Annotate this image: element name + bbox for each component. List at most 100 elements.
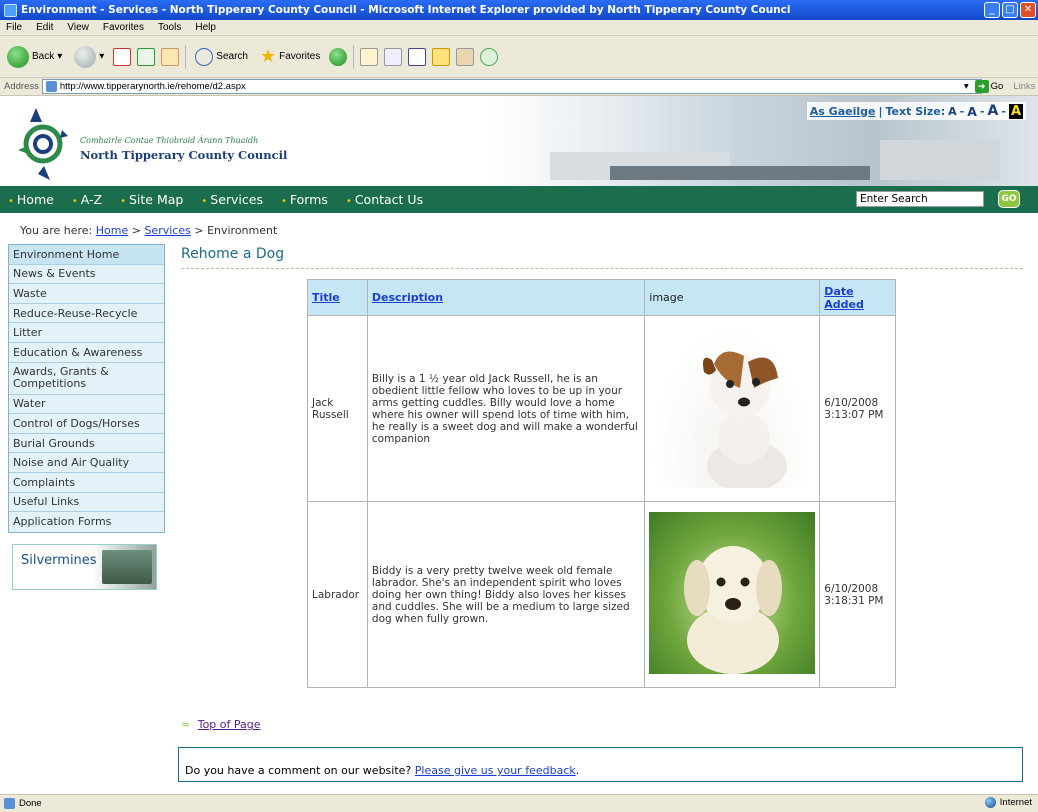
silvermines-photo — [102, 550, 152, 584]
address-go-button[interactable]: ➜ Go — [974, 80, 1004, 93]
history-icon[interactable] — [329, 47, 348, 66]
sidebar-item-water[interactable]: Water — [9, 394, 164, 415]
print-icon[interactable] — [384, 47, 403, 66]
breadcrumb-services-link[interactable]: Services — [144, 224, 190, 237]
breadcrumb-prefix: You are here: — [20, 224, 93, 237]
dash: - — [1001, 104, 1006, 118]
search-button[interactable]: Search — [192, 46, 251, 68]
title-divider — [181, 268, 1023, 269]
messenger-icon[interactable] — [480, 47, 499, 66]
globe-icon — [984, 797, 996, 808]
sidebar-item-environment-home[interactable]: Environment Home — [9, 245, 164, 265]
site-search-go-button[interactable]: GO — [998, 190, 1020, 208]
as-gaeilge-link[interactable]: As Gaeilge — [810, 105, 876, 118]
text-size-medium[interactable]: A — [967, 104, 977, 119]
stop-icon[interactable] — [113, 47, 132, 66]
address-dropdown-icon[interactable]: ▾ — [964, 81, 969, 92]
sort-title-link[interactable]: Title — [312, 291, 340, 304]
dogs-table: Title Description image Date Added Jack … — [307, 279, 896, 688]
org-name: North Tipperary County Council — [80, 148, 288, 162]
text-size-label: Text Size: — [885, 104, 946, 118]
breadcrumb-home-link[interactable]: Home — [96, 224, 128, 237]
minimize-button[interactable]: _ — [984, 2, 1000, 18]
col-image: image — [644, 279, 821, 316]
address-label: Address — [4, 81, 39, 92]
silvermines-label: Silvermines — [21, 553, 97, 568]
row-date: 6/10/2008 3:13:07 PM — [819, 315, 896, 502]
top-of-page-link[interactable]: Top of Page — [198, 718, 261, 731]
menu-edit[interactable]: Edit — [36, 22, 53, 33]
refresh-icon[interactable] — [137, 47, 156, 66]
sidebar-nav: Environment Home News & Events Waste Red… — [8, 244, 165, 533]
sidebar-item-control-of-dogs[interactable]: Control of Dogs/Horses — [9, 414, 164, 434]
menu-file[interactable]: File — [6, 22, 22, 33]
browser-toolbar: Back ▾ ▾ Search ★ Favorites — [0, 36, 1038, 78]
nav-services[interactable]: • Services — [201, 192, 263, 207]
feedback-link[interactable]: Please give us your feedback — [415, 764, 576, 777]
up-chevron-icon: ≈ — [181, 718, 191, 731]
edit-word-icon[interactable] — [408, 47, 427, 66]
sidebar-item-application-forms[interactable]: Application Forms — [9, 512, 164, 532]
nav-contact-us[interactable]: • Contact Us — [346, 192, 423, 207]
dash: - — [959, 104, 965, 118]
sidebar-item-complaints[interactable]: Complaints — [9, 472, 164, 493]
sidebar-item-burial-grounds[interactable]: Burial Grounds — [9, 433, 164, 454]
nav-site-map[interactable]: • Site Map — [120, 192, 183, 207]
col-date: Date Added — [819, 279, 896, 316]
links-label[interactable]: Links — [1013, 81, 1035, 92]
zone-label: Internet — [999, 797, 1032, 808]
nav-a-z[interactable]: • A-Z — [72, 192, 102, 207]
close-button[interactable]: ✕ — [1020, 2, 1036, 18]
sidebar-item-news-events[interactable]: News & Events — [9, 264, 164, 285]
sidebar-item-reduce-reuse-recycle[interactable]: Reduce-Reuse-Recycle — [9, 303, 164, 324]
favorites-button[interactable]: ★ Favorites — [257, 44, 323, 69]
menu-view[interactable]: View — [67, 22, 89, 33]
window-controls: _ □ ✕ — [984, 2, 1036, 18]
sort-description-link[interactable]: Description — [372, 291, 443, 304]
row-image-cell — [644, 501, 821, 688]
back-label: Back — [32, 51, 55, 62]
site-banner: Comhairle Contae Thiobraid Árann Thuaidh… — [0, 96, 1038, 186]
text-size-highcontrast[interactable]: A — [1008, 103, 1023, 119]
dropdown-arrow-icon[interactable]: ▾ — [57, 51, 62, 62]
back-button[interactable]: Back ▾ — [4, 44, 65, 70]
sort-date-link[interactable]: Date Added — [824, 285, 864, 311]
nav-forms[interactable]: • Forms — [281, 192, 328, 207]
menu-favorites[interactable]: Favorites — [103, 22, 144, 33]
sidebar-item-noise-air[interactable]: Noise and Air Quality — [9, 453, 164, 473]
menu-help[interactable]: Help — [195, 22, 216, 33]
table-row: Labrador Biddy is a very pretty twelve w… — [307, 501, 896, 688]
feedback-box: Do you have a comment on our website? Pl… — [178, 747, 1023, 782]
go-label: Go — [990, 81, 1004, 92]
feedback-text: Do you have a comment on our website? — [185, 764, 412, 777]
folder-icon[interactable] — [432, 47, 451, 66]
sidebar-item-litter[interactable]: Litter — [9, 323, 164, 343]
mail-icon[interactable] — [360, 47, 379, 66]
research-icon[interactable] — [456, 47, 475, 66]
forward-button[interactable]: ▾ — [71, 44, 107, 70]
labrador-photo — [649, 512, 816, 674]
col-description: Description — [366, 279, 646, 316]
text-size-large[interactable]: A — [988, 103, 999, 119]
jack-russell-photo — [652, 326, 813, 492]
sidebar-item-waste[interactable]: Waste — [9, 284, 164, 304]
silvermines-promo[interactable]: Silvermines — [12, 544, 157, 590]
sidebar-item-awards-grants[interactable]: Awards, Grants & Competitions — [9, 362, 164, 395]
sidebar-item-education-awareness[interactable]: Education & Awareness — [9, 342, 164, 363]
nav-home[interactable]: • Home — [8, 192, 54, 207]
security-zone: Internet — [984, 797, 1032, 808]
web-page: Comhairle Contae Thiobraid Árann Thuaidh… — [0, 96, 1038, 794]
menu-tools[interactable]: Tools — [158, 22, 181, 33]
dropdown-arrow-icon[interactable]: ▾ — [99, 51, 104, 62]
maximize-button[interactable]: □ — [1002, 2, 1018, 18]
feedback-end: . — [575, 764, 580, 777]
sidebar-item-useful-links[interactable]: Useful Links — [9, 492, 164, 513]
ie-icon — [4, 3, 17, 17]
address-input[interactable]: http://www.tipperarynorth.ie/rehome/d2.a… — [41, 79, 982, 94]
home-icon[interactable] — [161, 47, 180, 66]
search-icon — [195, 47, 214, 66]
row-description: Biddy is a very pretty twelve week old f… — [366, 501, 646, 688]
window-titlebar: Environment - Services - North Tipperary… — [0, 0, 1038, 20]
site-search-input[interactable]: Enter Search — [856, 191, 984, 207]
text-size-small[interactable]: A — [948, 105, 957, 118]
